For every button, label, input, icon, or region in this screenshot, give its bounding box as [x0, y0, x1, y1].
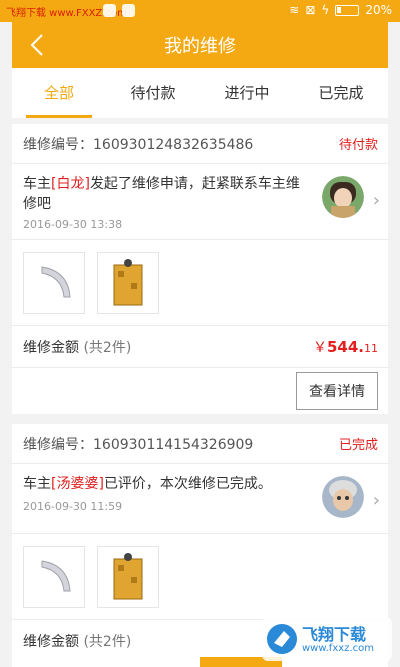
amount-label: 维修金额 — [23, 634, 79, 650]
watermark-logo: 飞翔下载 www.fxxz.com — [262, 617, 392, 661]
wifi-icon: ≋ — [289, 3, 300, 17]
back-icon[interactable] — [26, 30, 54, 60]
order-date: 2016-09-30 13:38 — [23, 218, 123, 231]
message-prefix: 车主 — [23, 476, 51, 492]
sim-icon: ⊠ — [305, 3, 316, 17]
item-count: (共2件) — [83, 634, 132, 650]
pedal-image[interactable] — [97, 251, 159, 314]
parts-row — [12, 240, 388, 326]
battery-percent: 20% — [365, 3, 392, 17]
price-symbol: ￥ — [312, 339, 327, 356]
tab-all[interactable]: 全部 — [12, 68, 106, 118]
chevron-right-icon: › — [372, 490, 380, 511]
owner-name: [汤婆婆] — [51, 476, 104, 492]
notification-icons — [103, 4, 135, 17]
avatar — [322, 176, 364, 218]
order-header: 维修编号：160930124832635486 待付款 — [12, 124, 388, 164]
order-number: 160930124832635486 — [93, 136, 254, 153]
status-badge: 待付款 — [338, 138, 378, 153]
price-decimal: 11 — [364, 341, 378, 355]
order-message: 车主[汤婆婆]已评价，本次维修已完成。 — [23, 474, 308, 494]
owner-name: [白龙] — [51, 176, 90, 192]
order-header: 维修编号：160930114154326909 已完成 — [12, 424, 388, 464]
message-suffix: 已评价，本次维修已完成。 — [103, 476, 272, 492]
price: ￥544.11 — [313, 337, 378, 357]
page-title: 我的维修 — [164, 36, 236, 57]
item-count: (共2件) — [83, 339, 132, 356]
price-integer: 544. — [326, 337, 364, 356]
tab-in-progress[interactable]: 进行中 — [200, 68, 294, 118]
title-bar: 我的维修 — [12, 22, 388, 68]
battery-icon — [335, 4, 360, 16]
order-number-label: 维修编号： — [23, 436, 93, 453]
order-card: 维修编号：160930124832635486 待付款 车主[白龙]发起了维修申… — [12, 124, 388, 414]
amount-label: 维修金额 — [23, 339, 79, 356]
avatar — [322, 476, 364, 518]
charging-icon: ϟ — [321, 3, 330, 17]
order-message-row[interactable]: 车主[汤婆婆]已评价，本次维修已完成。 2016-09-30 11:59 › — [12, 464, 388, 534]
order-date: 2016-09-30 11:59 — [23, 500, 123, 513]
parts-row — [12, 534, 388, 620]
amount-row: 维修金额 (共2件) ￥544.11 — [12, 326, 388, 368]
order-number: 160930114154326909 — [93, 436, 254, 453]
pedal-image[interactable] — [97, 545, 159, 608]
action-row: 查看详情 — [12, 368, 388, 414]
order-number-label: 维修编号： — [23, 136, 93, 153]
status-bar: 飞翔下载 www.FXXZ.com ≋ ⊠ ϟ 20% — [0, 0, 400, 22]
app-notification-icon — [103, 4, 116, 17]
status-right: ≋ ⊠ ϟ 20% — [289, 3, 392, 17]
order-message-row[interactable]: 车主[白龙]发起了维修申请，赶紧联系车主维修吧 2016-09-30 13:38… — [12, 164, 388, 240]
view-details-button[interactable]: 查看详情 — [296, 372, 378, 410]
status-badge: 已完成 — [338, 438, 378, 453]
chevron-right-icon: › — [372, 190, 380, 211]
bearing-image[interactable] — [23, 545, 85, 608]
message-notification-icon — [122, 4, 135, 17]
order-message: 车主[白龙]发起了维修申请，赶紧联系车主维修吧 — [23, 174, 308, 214]
watermark-brand: 飞翔下载 — [302, 625, 367, 644]
tab-pending-payment[interactable]: 待付款 — [106, 68, 200, 118]
watermark-url: www.fxxz.com — [302, 643, 374, 654]
tab-bar: 全部 待付款 进行中 已完成 — [12, 68, 388, 118]
bearing-image[interactable] — [23, 251, 85, 314]
message-prefix: 车主 — [23, 176, 51, 192]
tab-completed[interactable]: 已完成 — [294, 68, 388, 118]
